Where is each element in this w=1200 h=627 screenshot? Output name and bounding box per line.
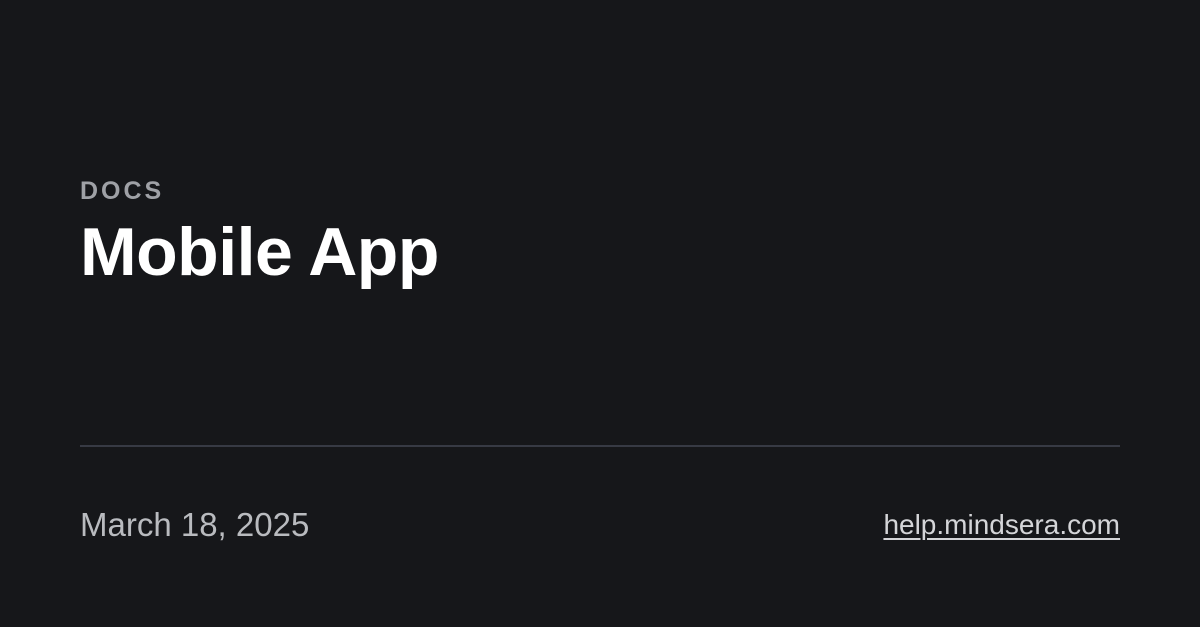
publish-date: March 18, 2025 — [80, 506, 310, 543]
page-title: Mobile App — [80, 214, 439, 290]
section-label: DOCS — [80, 177, 165, 205]
social-preview-card: DOCS Mobile App March 18, 2025 help.mind… — [0, 0, 1200, 627]
divider — [80, 445, 1120, 447]
site-link[interactable]: help.mindsera.com — [883, 508, 1120, 542]
